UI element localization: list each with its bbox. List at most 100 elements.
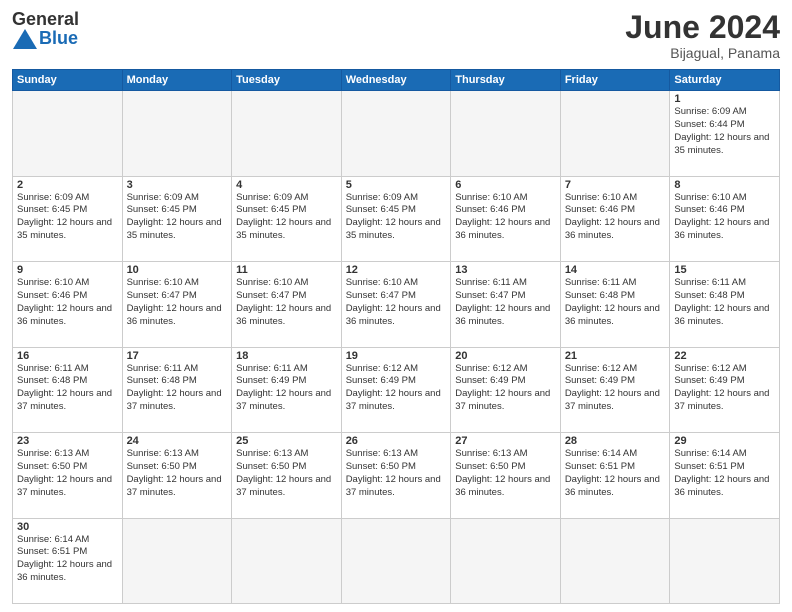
day-number: 1 — [674, 93, 775, 105]
table-row — [232, 91, 342, 176]
header: General Blue June 2024 Bijagual, Panama — [12, 10, 780, 61]
day-info: Sunrise: 6:10 AMSunset: 6:46 PMDaylight:… — [17, 277, 118, 328]
day-info: Sunrise: 6:11 AMSunset: 6:48 PMDaylight:… — [565, 277, 666, 328]
day-info: Sunrise: 6:10 AMSunset: 6:46 PMDaylight:… — [674, 192, 775, 243]
day-number: 3 — [127, 179, 228, 191]
day-number: 5 — [346, 179, 447, 191]
table-row: 16Sunrise: 6:11 AMSunset: 6:48 PMDayligh… — [13, 347, 123, 432]
header-wednesday: Wednesday — [341, 70, 451, 91]
logo-triangle — [13, 29, 37, 49]
table-row: 5Sunrise: 6:09 AMSunset: 6:45 PMDaylight… — [341, 176, 451, 261]
day-info: Sunrise: 6:12 AMSunset: 6:49 PMDaylight:… — [346, 363, 447, 414]
table-row — [341, 91, 451, 176]
day-info: Sunrise: 6:10 AMSunset: 6:47 PMDaylight:… — [236, 277, 337, 328]
logo: General Blue — [12, 10, 79, 49]
day-number: 24 — [127, 435, 228, 447]
table-row: 17Sunrise: 6:11 AMSunset: 6:48 PMDayligh… — [122, 347, 232, 432]
day-number: 30 — [17, 521, 118, 533]
day-number: 14 — [565, 264, 666, 276]
day-number: 22 — [674, 350, 775, 362]
title-block: June 2024 Bijagual, Panama — [625, 10, 780, 61]
table-row — [13, 91, 123, 176]
day-info: Sunrise: 6:09 AMSunset: 6:45 PMDaylight:… — [127, 192, 228, 243]
day-info: Sunrise: 6:13 AMSunset: 6:50 PMDaylight:… — [127, 448, 228, 499]
day-info: Sunrise: 6:10 AMSunset: 6:47 PMDaylight:… — [127, 277, 228, 328]
table-row: 15Sunrise: 6:11 AMSunset: 6:48 PMDayligh… — [670, 262, 780, 347]
table-row: 24Sunrise: 6:13 AMSunset: 6:50 PMDayligh… — [122, 433, 232, 518]
table-row — [232, 518, 342, 603]
table-row — [670, 518, 780, 603]
table-row: 10Sunrise: 6:10 AMSunset: 6:47 PMDayligh… — [122, 262, 232, 347]
table-row — [451, 518, 561, 603]
table-row — [122, 518, 232, 603]
table-row: 20Sunrise: 6:12 AMSunset: 6:49 PMDayligh… — [451, 347, 561, 432]
day-info: Sunrise: 6:11 AMSunset: 6:47 PMDaylight:… — [455, 277, 556, 328]
table-row: 13Sunrise: 6:11 AMSunset: 6:47 PMDayligh… — [451, 262, 561, 347]
table-row — [451, 91, 561, 176]
day-info: Sunrise: 6:13 AMSunset: 6:50 PMDaylight:… — [455, 448, 556, 499]
table-row: 12Sunrise: 6:10 AMSunset: 6:47 PMDayligh… — [341, 262, 451, 347]
day-number: 18 — [236, 350, 337, 362]
day-number: 11 — [236, 264, 337, 276]
day-number: 20 — [455, 350, 556, 362]
table-row — [560, 91, 670, 176]
day-info: Sunrise: 6:12 AMSunset: 6:49 PMDaylight:… — [565, 363, 666, 414]
day-number: 12 — [346, 264, 447, 276]
table-row: 18Sunrise: 6:11 AMSunset: 6:49 PMDayligh… — [232, 347, 342, 432]
table-row: 29Sunrise: 6:14 AMSunset: 6:51 PMDayligh… — [670, 433, 780, 518]
table-row: 11Sunrise: 6:10 AMSunset: 6:47 PMDayligh… — [232, 262, 342, 347]
day-info: Sunrise: 6:09 AMSunset: 6:45 PMDaylight:… — [17, 192, 118, 243]
day-info: Sunrise: 6:10 AMSunset: 6:47 PMDaylight:… — [346, 277, 447, 328]
table-row: 1Sunrise: 6:09 AMSunset: 6:44 PMDaylight… — [670, 91, 780, 176]
day-info: Sunrise: 6:10 AMSunset: 6:46 PMDaylight:… — [565, 192, 666, 243]
day-info: Sunrise: 6:10 AMSunset: 6:46 PMDaylight:… — [455, 192, 556, 243]
day-number: 8 — [674, 179, 775, 191]
table-row: 26Sunrise: 6:13 AMSunset: 6:50 PMDayligh… — [341, 433, 451, 518]
day-number: 27 — [455, 435, 556, 447]
table-row: 23Sunrise: 6:13 AMSunset: 6:50 PMDayligh… — [13, 433, 123, 518]
day-number: 26 — [346, 435, 447, 447]
logo-blue: Blue — [39, 28, 78, 49]
day-info: Sunrise: 6:09 AMSunset: 6:44 PMDaylight:… — [674, 106, 775, 157]
table-row: 27Sunrise: 6:13 AMSunset: 6:50 PMDayligh… — [451, 433, 561, 518]
table-row: 25Sunrise: 6:13 AMSunset: 6:50 PMDayligh… — [232, 433, 342, 518]
day-number: 25 — [236, 435, 337, 447]
table-row — [560, 518, 670, 603]
table-row: 9Sunrise: 6:10 AMSunset: 6:46 PMDaylight… — [13, 262, 123, 347]
header-thursday: Thursday — [451, 70, 561, 91]
day-info: Sunrise: 6:12 AMSunset: 6:49 PMDaylight:… — [674, 363, 775, 414]
table-row: 2Sunrise: 6:09 AMSunset: 6:45 PMDaylight… — [13, 176, 123, 261]
day-info: Sunrise: 6:11 AMSunset: 6:49 PMDaylight:… — [236, 363, 337, 414]
table-row: 19Sunrise: 6:12 AMSunset: 6:49 PMDayligh… — [341, 347, 451, 432]
header-saturday: Saturday — [670, 70, 780, 91]
day-number: 17 — [127, 350, 228, 362]
day-number: 16 — [17, 350, 118, 362]
calendar-title: June 2024 — [625, 10, 780, 45]
header-sunday: Sunday — [13, 70, 123, 91]
table-row: 8Sunrise: 6:10 AMSunset: 6:46 PMDaylight… — [670, 176, 780, 261]
day-info: Sunrise: 6:12 AMSunset: 6:49 PMDaylight:… — [455, 363, 556, 414]
table-row: 21Sunrise: 6:12 AMSunset: 6:49 PMDayligh… — [560, 347, 670, 432]
weekday-header-row: Sunday Monday Tuesday Wednesday Thursday… — [13, 70, 780, 91]
calendar-table: Sunday Monday Tuesday Wednesday Thursday… — [12, 69, 780, 604]
page: General Blue June 2024 Bijagual, Panama … — [0, 0, 792, 612]
table-row — [341, 518, 451, 603]
day-number: 23 — [17, 435, 118, 447]
day-number: 28 — [565, 435, 666, 447]
table-row: 28Sunrise: 6:14 AMSunset: 6:51 PMDayligh… — [560, 433, 670, 518]
table-row: 14Sunrise: 6:11 AMSunset: 6:48 PMDayligh… — [560, 262, 670, 347]
day-info: Sunrise: 6:14 AMSunset: 6:51 PMDaylight:… — [565, 448, 666, 499]
day-number: 19 — [346, 350, 447, 362]
day-number: 4 — [236, 179, 337, 191]
day-number: 9 — [17, 264, 118, 276]
header-monday: Monday — [122, 70, 232, 91]
day-number: 13 — [455, 264, 556, 276]
day-info: Sunrise: 6:14 AMSunset: 6:51 PMDaylight:… — [674, 448, 775, 499]
day-info: Sunrise: 6:14 AMSunset: 6:51 PMDaylight:… — [17, 534, 118, 585]
day-info: Sunrise: 6:09 AMSunset: 6:45 PMDaylight:… — [236, 192, 337, 243]
day-info: Sunrise: 6:13 AMSunset: 6:50 PMDaylight:… — [236, 448, 337, 499]
table-row: 7Sunrise: 6:10 AMSunset: 6:46 PMDaylight… — [560, 176, 670, 261]
day-number: 6 — [455, 179, 556, 191]
table-row: 6Sunrise: 6:10 AMSunset: 6:46 PMDaylight… — [451, 176, 561, 261]
calendar-location: Bijagual, Panama — [625, 45, 780, 61]
